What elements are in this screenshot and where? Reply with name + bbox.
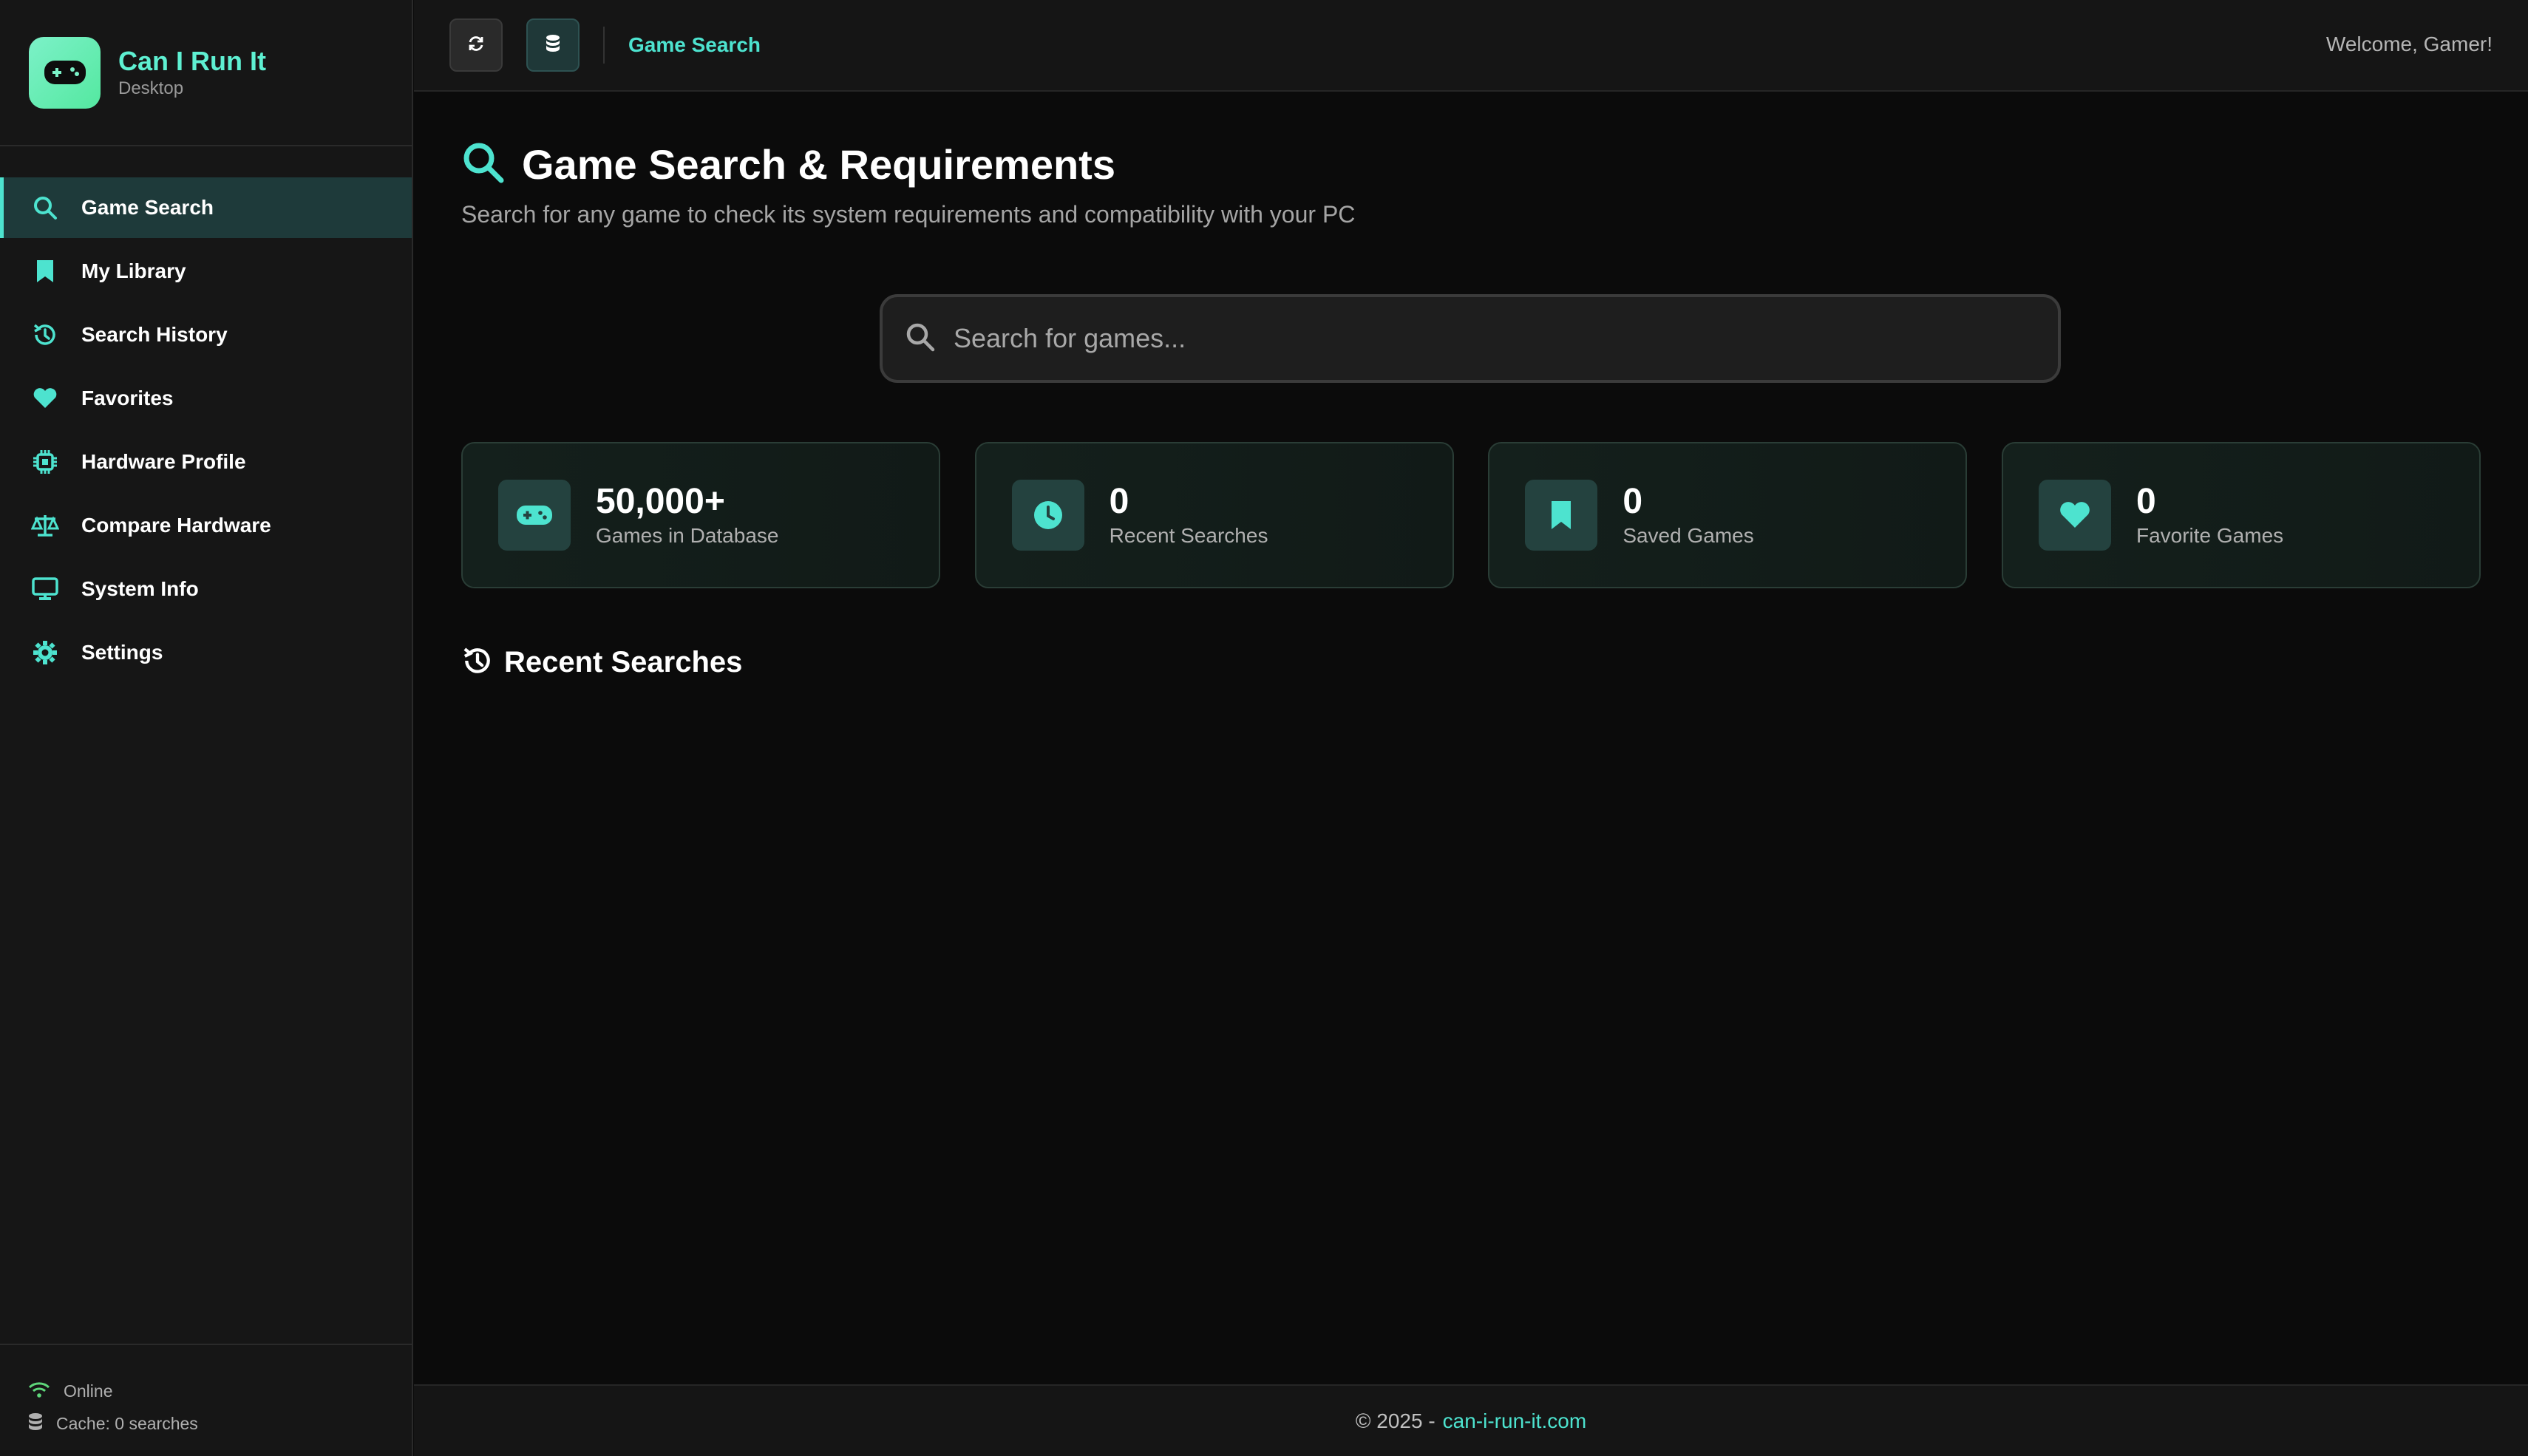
sidebar-nav: Game Search My Library Search History Fa…	[0, 177, 412, 686]
brand: Can I Run It Desktop	[0, 0, 412, 146]
stat-label: Recent Searches	[1109, 524, 1268, 547]
recent-searches-title: Recent Searches	[504, 646, 743, 678]
refresh-button[interactable]	[449, 18, 503, 72]
gamepad-logo-icon	[29, 36, 101, 109]
breadcrumb[interactable]: Game Search	[628, 33, 761, 57]
stat-value: 0	[1623, 482, 1643, 521]
monitor-icon	[31, 575, 59, 603]
search-icon	[905, 322, 936, 356]
sidebar-item-label: Hardware Profile	[81, 450, 246, 473]
main-content: Game Search & Requirements Search for an…	[414, 93, 2528, 1384]
sidebar-item-label: Compare Hardware	[81, 514, 271, 537]
sidebar-status: Online Cache: 0 searches	[0, 1344, 412, 1456]
footer: © 2025 - can-i-run-it.com	[414, 1384, 2528, 1456]
stat-card-saved-games: 0 Saved Games	[1488, 442, 1968, 588]
sidebar: Can I Run It Desktop Game Search My Libr…	[0, 0, 413, 1456]
gamepad-icon	[498, 480, 571, 551]
sidebar-item-my-library[interactable]: My Library	[0, 241, 412, 302]
wifi-icon	[28, 1381, 50, 1402]
stat-label: Favorite Games	[2135, 524, 2284, 547]
sidebar-item-label: Search History	[81, 323, 228, 346]
sidebar-item-label: Game Search	[81, 196, 214, 219]
database-button[interactable]	[526, 18, 580, 72]
search-icon	[461, 140, 506, 188]
database-icon	[28, 1412, 43, 1435]
stat-card-games: 50,000+ Games in Database	[461, 442, 940, 588]
sidebar-item-label: Settings	[81, 641, 163, 664]
stats-row: 50,000+ Games in Database 0 Recent Searc…	[461, 442, 2481, 588]
refresh-icon	[467, 35, 485, 56]
search-icon	[31, 194, 59, 222]
sidebar-item-favorites[interactable]: Favorites	[0, 368, 412, 429]
stat-label: Saved Games	[1623, 524, 1754, 547]
stat-label: Games in Database	[596, 524, 779, 547]
bookmark-icon	[1525, 480, 1598, 551]
recent-searches-header: Recent Searches	[461, 644, 742, 681]
clock-icon	[1011, 480, 1084, 551]
website-link[interactable]: can-i-run-it.com	[1443, 1409, 1586, 1433]
app-title: Can I Run It	[118, 46, 266, 76]
topbar-divider	[603, 27, 605, 64]
database-icon	[546, 34, 560, 57]
stat-value: 0	[1109, 482, 1129, 521]
chip-icon	[31, 448, 59, 476]
cache-status-label: Cache: 0 searches	[56, 1413, 198, 1433]
stat-value: 50,000+	[596, 482, 725, 521]
heart-icon	[2038, 480, 2111, 551]
history-icon	[461, 644, 494, 681]
stat-card-recent-searches: 0 Recent Searches	[974, 442, 1454, 588]
stat-card-favorite-games: 0 Favorite Games	[2001, 442, 2481, 588]
history-icon	[31, 321, 59, 349]
sidebar-item-label: My Library	[81, 259, 186, 282]
online-status-label: Online	[64, 1381, 113, 1401]
app-subtitle: Desktop	[118, 78, 184, 98]
sidebar-item-label: System Info	[81, 577, 199, 600]
bookmark-icon	[31, 257, 59, 285]
page-subtitle: Search for any game to check its system …	[461, 201, 1356, 228]
sidebar-item-compare-hardware[interactable]: Compare Hardware	[0, 495, 412, 556]
gear-icon	[31, 639, 59, 667]
sidebar-item-system-info[interactable]: System Info	[0, 559, 412, 619]
topbar: Game Search Welcome, Gamer!	[414, 0, 2528, 92]
copyright-text: © 2025 -	[1355, 1409, 1435, 1432]
sidebar-item-search-history[interactable]: Search History	[0, 305, 412, 365]
heart-icon	[31, 384, 59, 412]
cache-status: Cache: 0 searches	[28, 1407, 412, 1440]
stat-value: 0	[2135, 482, 2156, 521]
page-title: Game Search & Requirements	[522, 141, 1115, 188]
sidebar-item-hardware-profile[interactable]: Hardware Profile	[0, 432, 412, 492]
sidebar-item-settings[interactable]: Settings	[0, 622, 412, 683]
sidebar-item-game-search[interactable]: Game Search	[0, 177, 412, 238]
welcome-text: Welcome, Gamer!	[2325, 33, 2493, 55]
sidebar-item-label: Favorites	[81, 387, 174, 409]
scale-icon	[31, 511, 59, 540]
search-input[interactable]	[954, 323, 1988, 354]
page-header: Game Search & Requirements	[461, 140, 1115, 188]
search-box[interactable]	[880, 294, 2061, 383]
online-status: Online	[28, 1375, 412, 1407]
